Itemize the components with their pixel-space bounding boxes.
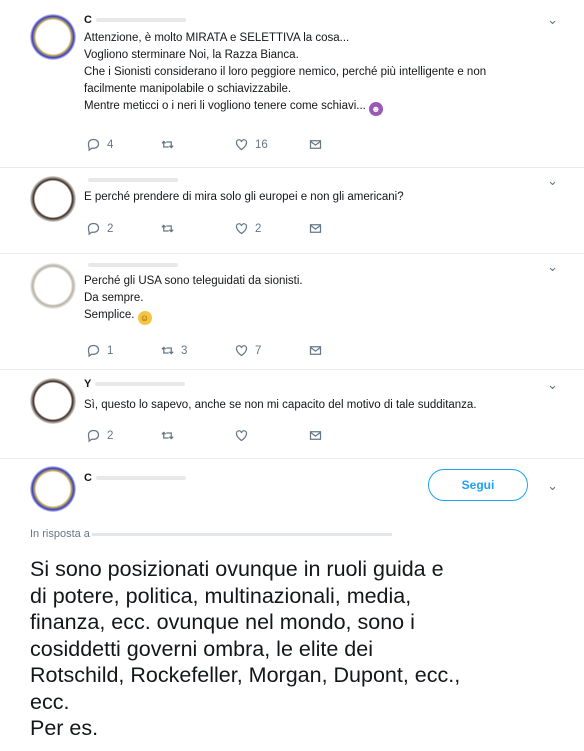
avatar[interactable] — [30, 378, 76, 424]
retweet-icon — [161, 140, 174, 149]
tweet-line: Mentre meticci o i neri li vogliono tene… — [84, 98, 554, 116]
heart-icon — [235, 223, 248, 235]
dm-button[interactable] — [308, 428, 382, 443]
tweet[interactable]: ⌄ E perché prendere di mira solo gli eur… — [0, 167, 584, 254]
envelope-icon — [309, 140, 322, 149]
redacted-name — [95, 476, 186, 481]
dm-button[interactable] — [308, 137, 382, 152]
main-tweet-line: finanza, ecc. ovunque nel mondo, sono i — [30, 610, 415, 634]
tweet-line: Sì, questo lo sapevo, anche se non mi ca… — [84, 399, 477, 411]
tweet-line: Attenzione, è molto MIRATA e SELETTIVA l… — [84, 32, 350, 44]
tweet[interactable]: Y ⌄ Sì, questo lo sapevo, anche se non m… — [0, 369, 584, 459]
reply-button[interactable]: 2 — [86, 428, 160, 443]
retweet-button[interactable] — [160, 428, 234, 443]
devil-emoji-icon: ☻ — [368, 102, 383, 116]
chevron-down-icon[interactable]: ⌄ — [547, 478, 558, 494]
avatar[interactable] — [30, 176, 76, 222]
like-button[interactable]: 7 — [234, 343, 308, 358]
wink-emoji-icon: ☺ — [137, 311, 152, 325]
reply-icon — [87, 429, 100, 443]
author-name[interactable]: Y — [84, 378, 186, 390]
tweet-line: Vogliono sterminare Noi, la Razza Bianca… — [84, 49, 299, 61]
reply-to-line: In risposta a — [30, 528, 392, 540]
reply-count: 2 — [107, 222, 114, 235]
tweet-actions: 1 3 7 — [86, 343, 382, 358]
follow-button[interactable]: Segui — [428, 469, 528, 501]
tweet-line: Che i Sionisti considerano il loro peggi… — [84, 66, 487, 78]
chevron-down-icon[interactable]: ⌄ — [547, 173, 558, 189]
main-tweet-line: cosiddetti governi ombra, le elite dei — [30, 636, 373, 661]
reply-to-label: In risposta a — [30, 528, 90, 540]
like-count: 2 — [255, 222, 262, 235]
like-button[interactable] — [234, 428, 308, 443]
dm-button[interactable] — [308, 221, 382, 236]
main-tweet-line: di potere, politica, multinazionali, med… — [30, 583, 412, 608]
redacted-handles — [91, 532, 392, 536]
retweet-button[interactable] — [160, 221, 234, 236]
chevron-down-icon[interactable]: ⌄ — [547, 377, 558, 393]
tweet-text: Attenzione, è molto MIRATA e SELETTIVA l… — [84, 30, 554, 116]
tweet[interactable]: C ⌄ Attenzione, è molto MIRATA e SELETTI… — [0, 0, 584, 168]
main-tweet-line: Per es. — [30, 716, 99, 740]
tweet-actions: 2 2 — [86, 221, 382, 236]
author-name[interactable]: C — [84, 472, 186, 484]
like-button[interactable]: 16 — [234, 137, 308, 152]
retweet-count: 3 — [181, 344, 188, 357]
envelope-icon — [309, 224, 322, 233]
retweet-icon — [161, 224, 174, 233]
avatar[interactable] — [30, 263, 76, 309]
heart-icon — [235, 345, 248, 357]
like-count: 16 — [255, 138, 268, 151]
redacted-name — [88, 178, 178, 183]
tweet-actions: 2 — [86, 428, 382, 443]
avatar[interactable] — [30, 466, 76, 512]
reply-count: 1 — [107, 344, 114, 357]
tweet-line: Perché gli USA sono teleguidati da sioni… — [84, 275, 303, 287]
reply-count: 2 — [107, 429, 114, 442]
main-tweet-line: ecc. — [30, 689, 70, 714]
avatar[interactable] — [30, 14, 76, 60]
heart-icon — [235, 430, 248, 442]
tweet-text: Sì, questo lo sapevo, anche se non mi ca… — [84, 397, 554, 414]
like-count: 7 — [255, 344, 262, 357]
tweet-text: Perché gli USA sono teleguidati da sioni… — [84, 273, 554, 325]
redacted-name — [88, 263, 178, 268]
dm-button[interactable] — [308, 343, 382, 358]
tweet-line: facilmente manipolabile o schiavizzabile… — [84, 83, 292, 95]
tweet-line: E perché prendere di mira solo gli europ… — [84, 191, 404, 203]
retweet-button[interactable] — [160, 137, 234, 152]
heart-icon — [235, 139, 248, 151]
retweet-icon — [161, 346, 174, 355]
author-name[interactable]: C — [84, 14, 186, 26]
tweet[interactable]: ⌄ Perché gli USA sono teleguidati da sio… — [0, 253, 584, 370]
reply-button[interactable]: 4 — [86, 137, 160, 152]
reply-button[interactable]: 1 — [86, 343, 160, 358]
retweet-icon — [161, 431, 174, 440]
author-name[interactable] — [84, 174, 178, 186]
envelope-icon — [309, 346, 322, 355]
chevron-down-icon[interactable]: ⌄ — [547, 12, 558, 28]
retweet-button[interactable]: 3 — [160, 343, 234, 358]
author-name[interactable] — [84, 259, 178, 271]
main-tweet-text: Si sono posizionati ovunque in ruoli gui… — [30, 556, 570, 742]
envelope-icon — [309, 431, 322, 440]
reply-button[interactable]: 2 — [86, 221, 160, 236]
like-button[interactable]: 2 — [234, 221, 308, 236]
redacted-name — [95, 18, 186, 23]
tweet-line: Semplice. ☺ — [84, 307, 554, 325]
reply-count: 4 — [107, 138, 114, 151]
main-tweet-line: Si sono posizionati ovunque in ruoli gui… — [30, 557, 444, 581]
tweet-line: Da sempre. — [84, 292, 144, 304]
reply-icon — [87, 138, 100, 152]
tweet-actions: 4 16 — [86, 137, 382, 152]
tweet-text: E perché prendere di mira solo gli europ… — [84, 189, 554, 206]
main-tweet-line: Rotschild, Rockefeller, Morgan, Dupont, … — [30, 663, 461, 687]
reply-icon — [87, 222, 100, 236]
reply-icon — [87, 344, 100, 358]
redacted-name — [95, 382, 186, 387]
